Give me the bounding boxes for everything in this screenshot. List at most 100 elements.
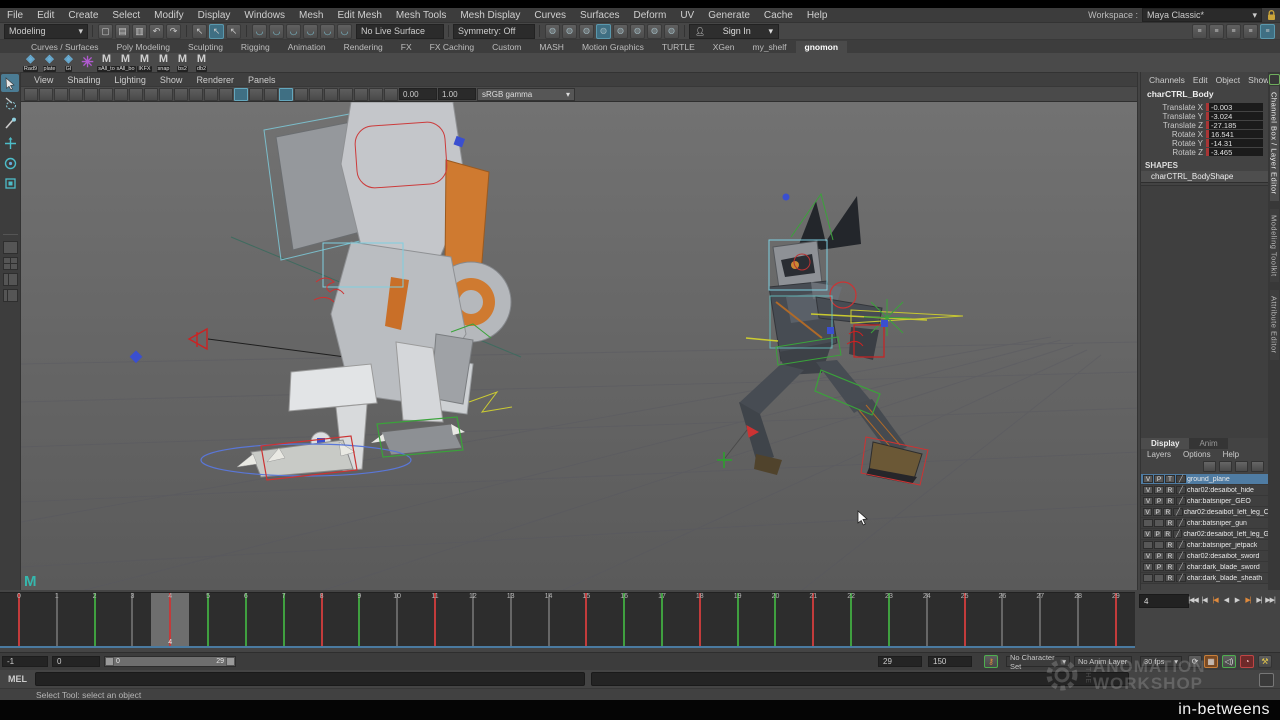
layer-visibility-toggle[interactable]: V xyxy=(1143,497,1153,505)
layer-color-swatch[interactable]: ╱ xyxy=(1176,475,1186,483)
mute-sound-icon[interactable]: ◁) xyxy=(1222,655,1236,668)
lock-icon[interactable] xyxy=(1266,9,1276,21)
time-slider-frame[interactable]: 21 21 xyxy=(794,593,832,646)
add-layer-from-selected-icon[interactable] xyxy=(1219,461,1232,472)
render-view-icon[interactable]: ◍ xyxy=(545,24,560,39)
shelf-script-button[interactable]: ◈ Rad9 xyxy=(22,55,39,71)
layer-display-type-toggle[interactable]: R xyxy=(1165,541,1175,549)
layer-playback-toggle[interactable]: P xyxy=(1154,552,1164,560)
time-slider-frame[interactable]: 1 1 xyxy=(38,593,76,646)
shelf-tab[interactable]: gnomon xyxy=(796,41,848,53)
range-end-handle[interactable] xyxy=(226,657,235,666)
wireframe-icon[interactable] xyxy=(249,88,263,101)
shelf-script-button[interactable]: ◈ plate xyxy=(41,55,58,71)
layer-visibility-toggle[interactable]: V xyxy=(1143,508,1152,516)
play-backwards-button[interactable]: ◀ xyxy=(1221,593,1231,606)
attribute-editor-toggle-icon[interactable]: ≡ xyxy=(1243,24,1258,39)
animation-start-field[interactable]: -1 xyxy=(2,656,48,667)
command-line-language-toggle[interactable]: MEL xyxy=(0,674,35,684)
field-chart-icon[interactable] xyxy=(204,88,218,101)
layer-display-type-toggle[interactable]: R xyxy=(1165,574,1175,582)
menu-item[interactable]: Mesh xyxy=(292,10,330,21)
layer-playback-toggle[interactable]: P xyxy=(1153,530,1162,538)
shelf-mel-button[interactable]: M IKFX xyxy=(136,55,153,71)
color-management-dropdown[interactable]: sRGB gamma▾ xyxy=(477,88,575,101)
command-line-input[interactable] xyxy=(35,672,585,686)
shelf-mel-button[interactable]: M bs2 xyxy=(174,55,191,71)
time-slider-frame[interactable]: 12 12 xyxy=(454,593,492,646)
layer-color-swatch[interactable]: ╱ xyxy=(1176,519,1186,527)
anim-layer-dropdown[interactable]: No Anim Layer xyxy=(1074,656,1132,667)
layer-editor-menu-item[interactable]: Options xyxy=(1177,450,1217,459)
shelf-tab[interactable]: Animation xyxy=(279,41,335,53)
make-live-icon[interactable]: ◡ xyxy=(337,24,352,39)
resolution-gate-icon[interactable] xyxy=(174,88,188,101)
panel-menu-item[interactable]: Renderer xyxy=(189,75,241,85)
shadows-icon[interactable] xyxy=(309,88,323,101)
layer-visibility-toggle[interactable]: V xyxy=(1143,475,1153,483)
playback-start-field[interactable]: 0 xyxy=(52,656,100,667)
script-editor-button[interactable] xyxy=(1259,673,1274,687)
layer-visibility-toggle[interactable]: V xyxy=(1143,530,1152,538)
snap-curve-icon[interactable]: ◡ xyxy=(269,24,284,39)
select-camera-icon[interactable] xyxy=(24,88,38,101)
layer-playback-toggle[interactable]: P xyxy=(1154,497,1164,505)
sign-in-button[interactable]: 👤︎ Sign In ▾ xyxy=(689,24,779,39)
time-slider-frame[interactable]: 18 18 xyxy=(681,593,719,646)
layer-row[interactable]: V P R ╱ char02:desaibot_hide xyxy=(1141,485,1268,496)
shape-node-name[interactable]: charCTRL_BodyShape xyxy=(1141,171,1268,183)
layer-color-swatch[interactable]: ╱ xyxy=(1176,541,1186,549)
sidebar-vertical-tab[interactable]: Channel Box / Layer Editor xyxy=(1270,86,1279,201)
attribute-value-field[interactable]: -14.31 xyxy=(1206,139,1263,147)
single-pane-layout-button[interactable] xyxy=(3,241,18,254)
shelf-mel-button[interactable]: M sAll_bo xyxy=(117,55,134,71)
mech-character[interactable] xyxy=(237,102,511,477)
playback-loop-icon[interactable]: ⟳ xyxy=(1188,655,1202,668)
menu-item[interactable]: Mesh Tools xyxy=(389,10,453,21)
move-layer-down-icon[interactable] xyxy=(1251,461,1264,472)
layer-visibility-toggle[interactable] xyxy=(1143,574,1153,582)
fps-dropdown[interactable]: 30 fps▾ xyxy=(1140,656,1182,667)
exposure-field[interactable]: 0.00 xyxy=(399,88,437,100)
xray-icon[interactable] xyxy=(354,88,368,101)
oversc​an-icon[interactable] xyxy=(114,88,128,101)
layer-editor-tab[interactable]: Display xyxy=(1141,438,1189,449)
menu-item[interactable]: Create xyxy=(61,10,105,21)
time-slider-frame[interactable]: 7 7 xyxy=(265,593,303,646)
menu-item[interactable]: File xyxy=(0,10,30,21)
layer-row[interactable]: V P T ╱ ground_plane xyxy=(1141,474,1268,485)
time-slider-frame[interactable]: 8 8 xyxy=(303,593,341,646)
exposure-icon[interactable] xyxy=(369,88,383,101)
attribute-value-field[interactable]: -3.465 xyxy=(1206,148,1263,156)
time-slider-frame[interactable]: 19 19 xyxy=(719,593,757,646)
playback-clamp-icon[interactable]: ▦ xyxy=(1204,655,1218,668)
time-slider-frame[interactable]: 20 20 xyxy=(757,593,795,646)
layer-row[interactable]: V P R ╱ char:batsniper_GEO xyxy=(1141,496,1268,507)
time-slider-frame[interactable]: 0 0 xyxy=(0,593,38,646)
snap-view-plane-icon[interactable]: ◡ xyxy=(320,24,335,39)
add-empty-layer-icon[interactable] xyxy=(1203,461,1216,472)
safe-action-icon[interactable] xyxy=(219,88,233,101)
gamma-icon[interactable] xyxy=(384,88,398,101)
live-surface-field[interactable]: No Live Surface xyxy=(356,24,444,39)
menu-item[interactable]: Generate xyxy=(701,10,757,21)
sidebar-vertical-tab[interactable]: Attribute Editor xyxy=(1270,290,1279,360)
time-slider-frame[interactable]: 25 25 xyxy=(946,593,984,646)
workspace-dropdown[interactable]: Maya Classic*▾ xyxy=(1142,8,1262,22)
panel-menu-item[interactable]: View xyxy=(27,75,60,85)
attribute-value-field[interactable]: -0.003 xyxy=(1206,103,1263,111)
shelf-tab[interactable]: FX Caching xyxy=(421,41,483,53)
layer-color-swatch[interactable]: ╱ xyxy=(1173,530,1182,538)
open-scene-icon[interactable]: ▤ xyxy=(115,24,130,39)
viewport-scene[interactable]: M xyxy=(21,102,1137,591)
layer-color-swatch[interactable]: ╱ xyxy=(1176,574,1186,582)
anti-alias-icon[interactable] xyxy=(339,88,353,101)
pause-viewport-icon[interactable]: ◍ xyxy=(664,24,679,39)
go-to-end-button[interactable]: ▶▶| xyxy=(1265,593,1275,606)
layer-visibility-toggle[interactable]: V xyxy=(1143,563,1153,571)
shelf-tab[interactable]: Custom xyxy=(483,41,530,53)
time-slider-frame[interactable]: 9 9 xyxy=(340,593,378,646)
panel-menu-item[interactable]: Lighting xyxy=(107,75,153,85)
time-slider-frame[interactable]: 22 22 xyxy=(832,593,870,646)
shelf-mel-button[interactable]: M sAll_to xyxy=(98,55,115,71)
